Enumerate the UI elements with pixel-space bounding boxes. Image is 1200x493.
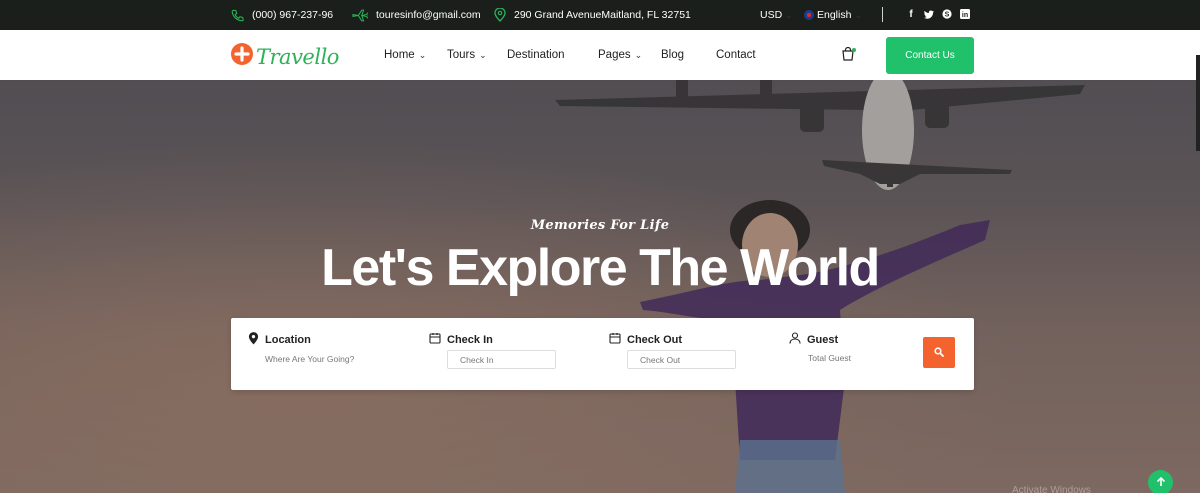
chevron-down-icon: ⌄	[785, 9, 793, 20]
cart-button[interactable]	[831, 39, 865, 73]
guest-input[interactable]: Total Guest	[808, 353, 851, 363]
location-pin-icon	[248, 332, 259, 348]
location-pin-icon	[494, 8, 506, 22]
nav-contact[interactable]: Contact	[716, 30, 756, 80]
svg-text:S: S	[945, 12, 950, 19]
checkin-input[interactable]: Check In	[447, 350, 556, 369]
linkedin-icon[interactable]: in	[960, 8, 970, 20]
top-bar: (000) 967-237-96 touresinfo@gmail.com 29…	[0, 0, 1200, 30]
skype-icon[interactable]: S	[942, 8, 952, 20]
phone-info[interactable]: (000) 967-237-96	[231, 0, 333, 30]
calendar-icon	[609, 332, 621, 347]
phone-icon	[231, 9, 244, 22]
nav-contact-label: Contact	[716, 49, 756, 61]
guest-field[interactable]: Guest Total Guest	[789, 332, 851, 363]
search-icon	[934, 344, 944, 362]
logo-text: Travello	[256, 44, 339, 69]
uk-flag-icon	[804, 10, 814, 20]
nav-pages-label: Pages	[598, 49, 631, 61]
checkout-input[interactable]: Check Out	[627, 350, 736, 369]
address-info: 290 Grand AvenueMaitland, FL 32751	[494, 0, 691, 30]
nav-home-label: Home	[384, 49, 415, 61]
topbar-divider	[882, 7, 883, 22]
email-info[interactable]: touresinfo@gmail.com	[352, 0, 481, 30]
address-text: 290 Grand AvenueMaitland, FL 32751	[514, 9, 691, 21]
calendar-icon	[429, 332, 441, 347]
checkin-field[interactable]: Check In Check In	[429, 332, 556, 369]
nav-home[interactable]: Home ⌄	[384, 30, 426, 80]
tour-search-form: Location Where Are Your Going? Check In …	[231, 318, 974, 390]
nav-pages[interactable]: Pages ⌄	[598, 30, 642, 80]
side-panel-tab[interactable]	[1196, 55, 1200, 151]
location-label: Location	[265, 334, 311, 346]
checkin-label: Check In	[447, 333, 493, 346]
checkout-label: Check Out	[627, 333, 683, 346]
chevron-down-icon: ⌄	[418, 49, 427, 60]
currency-select[interactable]: USD ⌄	[760, 0, 793, 30]
chevron-down-icon: ⌄	[634, 49, 643, 60]
logo-mark-icon	[230, 42, 254, 71]
language-label: English	[817, 9, 852, 21]
email-address: touresinfo@gmail.com	[376, 9, 481, 21]
contact-us-button[interactable]: Contact Us	[886, 37, 974, 74]
phone-number: (000) 967-237-96	[252, 9, 334, 21]
hero-tagline: Memories For Life	[530, 218, 670, 233]
search-button[interactable]	[923, 337, 955, 368]
chevron-down-icon: ⌄	[479, 49, 487, 60]
social-links: f S in	[906, 8, 970, 20]
location-field[interactable]: Location Where Are Your Going?	[248, 332, 354, 364]
scroll-to-top-button[interactable]	[1148, 470, 1173, 493]
twitter-icon[interactable]	[924, 8, 934, 20]
checkout-field[interactable]: Check Out Check Out	[609, 332, 736, 369]
cart-badge	[852, 48, 856, 52]
nav-destination-label: Destination	[507, 49, 565, 61]
location-input[interactable]: Where Are Your Going?	[265, 354, 354, 364]
nav-destination[interactable]: Destination	[507, 30, 565, 80]
site-logo[interactable]: Travello	[230, 42, 339, 71]
os-watermark: Activate Windows	[1012, 485, 1091, 493]
plane-icon	[352, 9, 368, 22]
chevron-down-icon: ⌄	[854, 9, 862, 20]
hero-headline: Let's Explore The World	[321, 239, 880, 297]
nav-blog-label: Blog	[661, 49, 685, 61]
nav-tours-label: Tours	[447, 49, 476, 61]
currency-label: USD	[760, 9, 783, 21]
arrow-up-icon	[1156, 476, 1166, 490]
language-select[interactable]: English ⌄	[804, 0, 862, 30]
svg-text:in: in	[962, 12, 968, 19]
hero-section: Memories For Life Let's Explore The Worl…	[0, 80, 1200, 493]
guest-label: Guest	[807, 333, 839, 346]
main-navbar: Travello Home ⌄ Tours ⌄ Destination Page…	[0, 30, 1200, 80]
facebook-icon[interactable]: f	[906, 8, 916, 20]
nav-tours[interactable]: Tours ⌄	[447, 30, 487, 80]
nav-blog[interactable]: Blog	[661, 30, 684, 80]
user-icon	[789, 332, 801, 347]
